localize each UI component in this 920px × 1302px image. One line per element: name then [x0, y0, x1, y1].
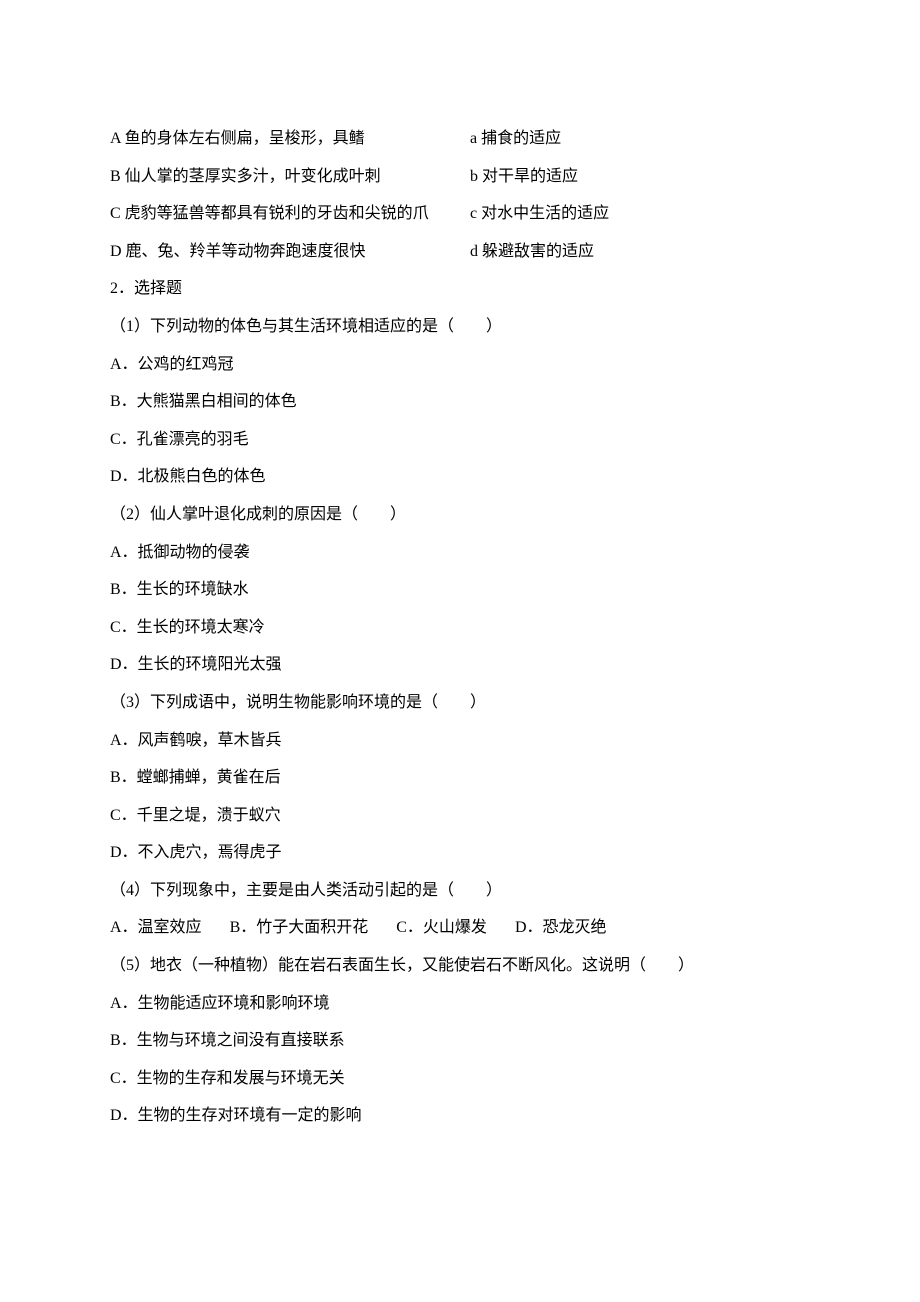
matching-row: B 仙人掌的茎厚实多汁，叶变化成叶刺 b 对干旱的适应 [110, 158, 810, 196]
option: C．生物的生存和发展与环境无关 [110, 1060, 810, 1098]
question-1: （1）下列动物的体色与其生活环境相适应的是（ ） A．公鸡的红鸡冠 B．大熊猫黑… [110, 308, 810, 496]
option: D．北极熊白色的体色 [110, 458, 810, 496]
matching-left-item: B 仙人掌的茎厚实多汁，叶变化成叶刺 [110, 158, 470, 196]
option: C．孔雀漂亮的羽毛 [110, 421, 810, 459]
question-stem: （3）下列成语中，说明生物能影响环境的是（ ） [110, 684, 810, 722]
option: A．风声鹤唳，草木皆兵 [110, 722, 810, 760]
option: C．火山爆发 [396, 909, 487, 947]
question-stem: （4）下列现象中，主要是由人类活动引起的是（ ） [110, 872, 810, 910]
section-title: 2．选择题 [110, 270, 810, 308]
option: B．螳螂捕蝉，黄雀在后 [110, 759, 810, 797]
matching-left-item: A 鱼的身体左右侧扁，呈梭形，具鳍 [110, 120, 470, 158]
option: B．竹子大面积开花 [230, 909, 369, 947]
question-stem: （1）下列动物的体色与其生活环境相适应的是（ ） [110, 308, 810, 346]
option: C．生长的环境太寒冷 [110, 609, 810, 647]
option: C．千里之堤，溃于蚁穴 [110, 797, 810, 835]
option: A．生物能适应环境和影响环境 [110, 985, 810, 1023]
question-3: （3）下列成语中，说明生物能影响环境的是（ ） A．风声鹤唳，草木皆兵 B．螳螂… [110, 684, 810, 872]
option: D．生物的生存对环境有一定的影响 [110, 1097, 810, 1135]
matching-right-item: b 对干旱的适应 [470, 158, 810, 196]
option: D．生长的环境阳光太强 [110, 646, 810, 684]
question-5: （5）地衣（一种植物）能在岩石表面生长，又能使岩石不断风化。这说明（ ） A．生… [110, 947, 810, 1135]
matching-section: A 鱼的身体左右侧扁，呈梭形，具鳍 a 捕食的适应 B 仙人掌的茎厚实多汁，叶变… [110, 120, 810, 270]
inline-options-row: A．温室效应 B．竹子大面积开花 C．火山爆发 D．恐龙灭绝 [110, 909, 810, 947]
question-2: （2）仙人掌叶退化成刺的原因是（ ） A．抵御动物的侵袭 B．生长的环境缺水 C… [110, 496, 810, 684]
option: B．生物与环境之间没有直接联系 [110, 1022, 810, 1060]
matching-left-item: C 虎豹等猛兽等都具有锐利的牙齿和尖锐的爪 [110, 195, 470, 233]
question-4: （4）下列现象中，主要是由人类活动引起的是（ ） A．温室效应 B．竹子大面积开… [110, 872, 810, 947]
matching-row: A 鱼的身体左右侧扁，呈梭形，具鳍 a 捕食的适应 [110, 120, 810, 158]
option: A．公鸡的红鸡冠 [110, 346, 810, 384]
option: A．抵御动物的侵袭 [110, 534, 810, 572]
question-stem: （5）地衣（一种植物）能在岩石表面生长，又能使岩石不断风化。这说明（ ） [110, 947, 810, 985]
question-stem: （2）仙人掌叶退化成刺的原因是（ ） [110, 496, 810, 534]
matching-left-item: D 鹿、兔、羚羊等动物奔跑速度很快 [110, 233, 470, 271]
option: B．生长的环境缺水 [110, 571, 810, 609]
option: D．恐龙灭绝 [515, 909, 607, 947]
option: A．温室效应 [110, 909, 202, 947]
matching-right-item: c 对水中生活的适应 [470, 195, 810, 233]
matching-row: D 鹿、兔、羚羊等动物奔跑速度很快 d 躲避敌害的适应 [110, 233, 810, 271]
option: B．大熊猫黑白相间的体色 [110, 383, 810, 421]
matching-right-item: d 躲避敌害的适应 [470, 233, 810, 271]
option: D．不入虎穴，焉得虎子 [110, 834, 810, 872]
matching-row: C 虎豹等猛兽等都具有锐利的牙齿和尖锐的爪 c 对水中生活的适应 [110, 195, 810, 233]
matching-right-item: a 捕食的适应 [470, 120, 810, 158]
